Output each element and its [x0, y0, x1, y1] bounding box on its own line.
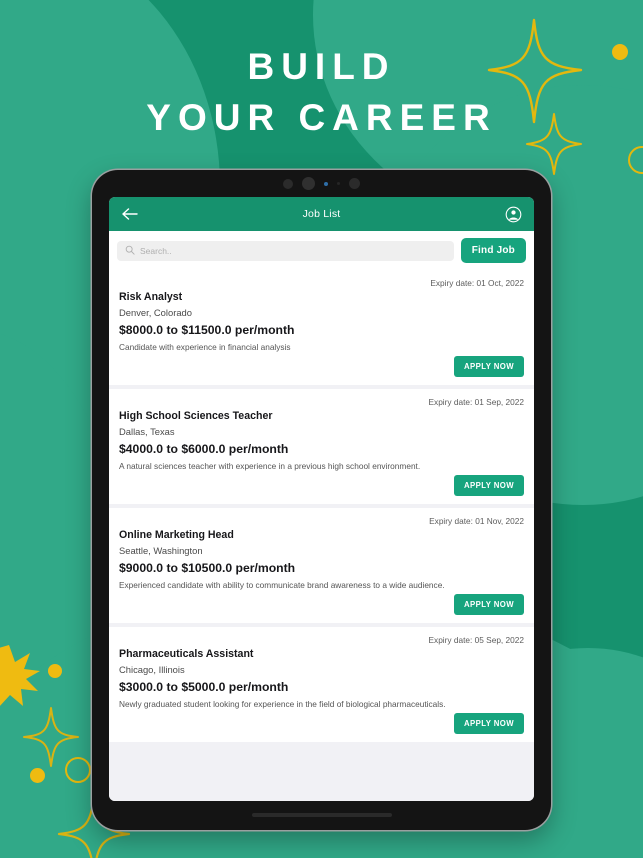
search-placeholder: Search.. [140, 245, 172, 256]
headline-line-1: BUILD [247, 46, 396, 87]
home-indicator [251, 813, 392, 817]
job-expiry: Expiry date: 01 Nov, 2022 [429, 516, 524, 526]
indicator-led-icon [324, 181, 328, 186]
job-location: Chicago, Illinois [119, 664, 185, 675]
job-location: Seattle, Washington [119, 545, 203, 556]
headline-line-2: YOUR CAREER [146, 96, 497, 138]
poster-stage: BUILD YOUR CAREER Job List Search.. Find… [0, 0, 643, 858]
job-expiry: Expiry date: 01 Oct, 2022 [430, 278, 524, 288]
arrow-left-icon[interactable] [120, 204, 140, 224]
camera-sensor-2-icon [337, 182, 340, 185]
app-header: Job List [109, 197, 534, 231]
job-title: High School Sciences Teacher [119, 410, 273, 422]
tablet-screen: Job List Search.. Find Job Expiry date: … [109, 197, 534, 801]
job-title: Risk Analyst [119, 291, 183, 303]
job-description: A natural sciences teacher with experien… [119, 461, 421, 471]
camera-lens-icon [302, 177, 315, 190]
job-location: Denver, Colorado [119, 307, 192, 318]
job-title: Online Marketing Head [119, 529, 234, 541]
job-description: Candidate with experience in financial a… [119, 342, 291, 352]
dot-bottom-left-upper [48, 664, 62, 678]
poster-headline: BUILD YOUR CAREER [0, 46, 643, 140]
job-apply-row: APPLY NOW [119, 475, 524, 496]
page-title: Job List [302, 208, 341, 220]
job-apply-row: APPLY NOW [119, 594, 524, 615]
find-job-button[interactable]: Find Job [460, 238, 526, 263]
job-expiry: Expiry date: 01 Sep, 2022 [428, 397, 524, 407]
job-salary: $9000.0 to $10500.0 per/month [119, 561, 296, 575]
tablet-top-bezel [92, 170, 551, 197]
job-card[interactable]: Expiry date: 01 Oct, 2022 Risk Analyst D… [109, 270, 534, 385]
job-salary: $4000.0 to $6000.0 per/month [119, 442, 289, 456]
dot-bottom-left-lower [30, 768, 45, 783]
tablet-device: Job List Search.. Find Job Expiry date: … [92, 170, 551, 830]
ring-bottom-left [65, 757, 91, 783]
job-list[interactable]: Expiry date: 01 Oct, 2022 Risk Analyst D… [109, 270, 534, 801]
sunburst-bottom-left-icon [0, 645, 40, 707]
job-apply-row: APPLY NOW [119, 356, 524, 377]
apply-now-button[interactable]: APPLY NOW [454, 713, 524, 734]
job-card[interactable]: Expiry date: 05 Sep, 2022 Pharmaceutical… [109, 627, 534, 742]
job-apply-row: APPLY NOW [119, 713, 524, 734]
job-title: Pharmaceuticals Assistant [119, 648, 254, 660]
job-description: Newly graduated student looking for expe… [119, 699, 446, 709]
apply-now-button[interactable]: APPLY NOW [454, 475, 524, 496]
job-card[interactable]: Expiry date: 01 Nov, 2022 Online Marketi… [109, 508, 534, 623]
job-salary: $8000.0 to $11500.0 per/month [119, 323, 295, 337]
camera-sensor-3-icon [349, 178, 360, 189]
job-description: Experienced candidate with ability to co… [119, 580, 445, 590]
camera-sensor-1-icon [283, 178, 293, 189]
job-salary: $3000.0 to $5000.0 per/month [119, 680, 289, 694]
search-icon [125, 242, 135, 260]
job-location: Dallas, Texas [119, 426, 175, 437]
apply-now-button[interactable]: APPLY NOW [454, 356, 524, 377]
apply-now-button[interactable]: APPLY NOW [454, 594, 524, 615]
search-input[interactable]: Search.. [117, 240, 454, 261]
account-circle-icon[interactable] [503, 204, 523, 224]
job-card[interactable]: Expiry date: 01 Sep, 2022 High School Sc… [109, 389, 534, 504]
search-row: Search.. Find Job [109, 231, 534, 270]
job-expiry: Expiry date: 05 Sep, 2022 [428, 635, 524, 645]
